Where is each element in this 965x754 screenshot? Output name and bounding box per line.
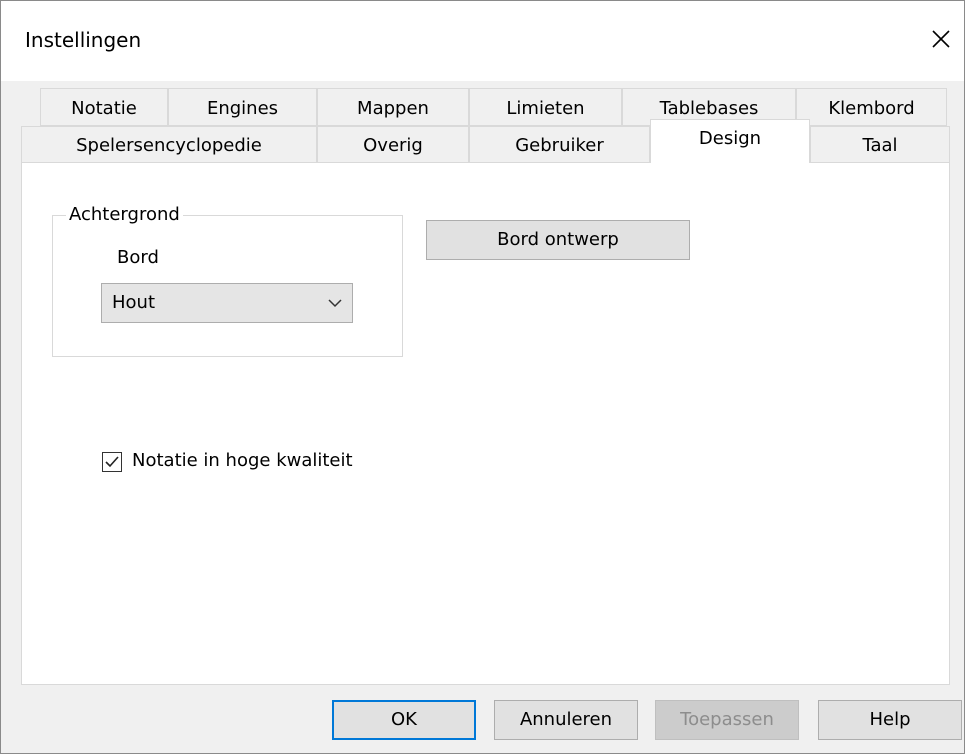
tab-gebruiker[interactable]: Gebruiker	[469, 126, 650, 164]
tab-label: Klembord	[828, 98, 915, 119]
ok-button[interactable]: OK	[332, 700, 476, 740]
tab-label: Notatie	[71, 98, 137, 119]
tab-klembord[interactable]: Klembord	[796, 88, 947, 126]
tab-engines[interactable]: Engines	[168, 88, 317, 126]
tab-label: Tablebases	[659, 98, 759, 119]
tab-label: Taal	[862, 135, 898, 156]
tab-overig[interactable]: Overig	[317, 126, 469, 164]
tab-limieten[interactable]: Limieten	[469, 88, 622, 126]
close-button[interactable]	[921, 19, 961, 59]
settings-dialog: Instellingen Notatie Engines Mappen Limi…	[0, 0, 965, 754]
chevron-down-icon	[328, 299, 342, 308]
tab-label: Design	[698, 128, 762, 149]
background-group-label: Achtergrond	[66, 204, 183, 225]
cancel-button[interactable]: Annuleren	[494, 700, 638, 740]
tab-label: Engines	[206, 98, 279, 119]
tab-spelersencyclopedie[interactable]: Spelersencyclopedie	[21, 126, 317, 164]
high-quality-notation-checkbox[interactable]	[102, 452, 122, 472]
board-design-button[interactable]: Bord ontwerp	[426, 220, 690, 260]
dialog-title: Instellingen	[25, 28, 142, 52]
tab-label: Mappen	[357, 98, 429, 119]
close-icon	[932, 30, 950, 48]
tab-design[interactable]: Design	[650, 119, 810, 163]
tab-label: Overig	[363, 135, 423, 156]
board-select-value: Hout	[112, 292, 156, 313]
board-select[interactable]: Hout	[101, 283, 353, 323]
tab-mappen[interactable]: Mappen	[317, 88, 469, 126]
tab-label: Limieten	[506, 98, 585, 119]
help-button[interactable]: Help	[818, 700, 962, 740]
apply-button[interactable]: Toepassen	[655, 700, 799, 740]
tab-label: Spelersencyclopedie	[76, 135, 262, 156]
high-quality-notation-label: Notatie in hoge kwaliteit	[132, 450, 353, 471]
board-label: Bord	[117, 247, 159, 268]
check-icon	[105, 456, 119, 468]
tab-notatie[interactable]: Notatie	[40, 88, 168, 126]
tab-label: Gebruiker	[515, 135, 604, 156]
tab-taal[interactable]: Taal	[810, 126, 950, 164]
title-bar: Instellingen	[1, 1, 964, 81]
